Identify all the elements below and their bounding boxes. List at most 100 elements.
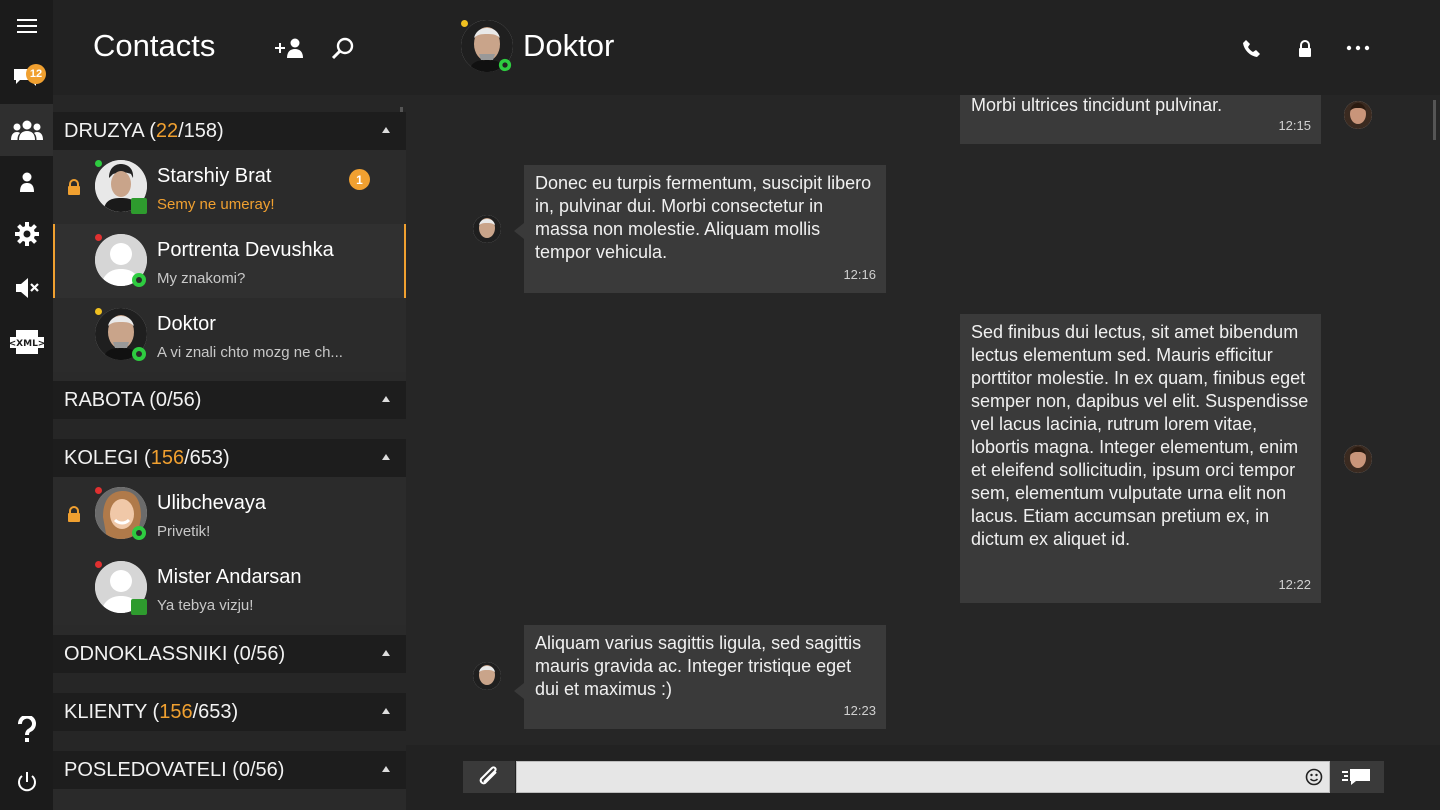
group-total-count: /653): [192, 700, 239, 723]
collapse-caret-icon: [382, 396, 390, 402]
unread-badge: 1: [349, 169, 370, 190]
message-text: Aliquam varius sagittis ligula, sed sagi…: [535, 633, 862, 699]
message-text: Sed finibus dui lectus, sit amet bibendu…: [971, 322, 1309, 549]
group-name: RABOTA (0/56): [64, 388, 202, 411]
more-dots-icon: [1346, 45, 1370, 51]
send-button[interactable]: [1330, 761, 1384, 793]
settings-button[interactable]: [0, 208, 53, 260]
more-options-button[interactable]: [1343, 34, 1373, 62]
contact-last-message: A vi znali chto mozg ne ch...: [157, 344, 343, 361]
message-bubble-incoming: Aliquam varius sagittis ligula, sed sagi…: [514, 625, 886, 729]
call-button[interactable]: [1237, 34, 1267, 62]
icq-flower-icon: [131, 525, 147, 541]
add-contact-button[interactable]: [275, 34, 305, 62]
message-time: 12:22: [1278, 577, 1311, 592]
message-time: 12:15: [1278, 118, 1311, 133]
contact-item-mister-andarsan[interactable]: Mister Andarsan Ya tebya vizju!: [53, 551, 406, 625]
add-person-icon: [275, 38, 303, 58]
contacts-group-icon: [10, 120, 43, 140]
network-badge-icon: [131, 599, 147, 615]
contact-item-starshiy-brat[interactable]: Starshiy Brat Semy ne umeray! 1: [53, 150, 406, 224]
spacer: [53, 731, 406, 751]
message-time: 12:16: [843, 267, 876, 282]
contact-last-message: Privetik!: [157, 523, 211, 540]
message-text: Donec eu turpis fermentum, suscipit libe…: [535, 173, 872, 262]
contacts-header: Contacts: [53, 0, 406, 95]
spacer: [53, 95, 406, 112]
group-online-count: 22: [155, 119, 179, 142]
message-bubble-incoming: Donec eu turpis fermentum, suscipit libe…: [514, 165, 886, 293]
menu-button[interactable]: [0, 0, 53, 52]
chats-unread-badge: 12: [26, 64, 46, 84]
search-button[interactable]: [328, 34, 358, 62]
collapse-caret-icon: [382, 127, 390, 133]
group-header-druzya[interactable]: DRUZYA (22/158): [53, 112, 406, 150]
lock-icon: [68, 179, 80, 195]
contact-avatar: [473, 662, 501, 690]
collapse-caret-icon: [382, 766, 390, 772]
group-name: KOLEGI (: [64, 446, 151, 469]
group-header-kolegi[interactable]: KOLEGI (156/653): [53, 439, 406, 477]
sound-toggle-button[interactable]: [0, 262, 53, 314]
contact-name: Starshiy Brat: [157, 165, 272, 187]
xml-console-button[interactable]: <XML>: [0, 316, 53, 368]
contacts-button[interactable]: [0, 104, 53, 156]
my-avatar: [1344, 445, 1372, 473]
contact-last-message: Ya tebya vizju!: [157, 597, 254, 614]
contact-last-message: Semy ne umeray!: [157, 196, 275, 213]
attach-button[interactable]: [463, 761, 515, 793]
collapse-caret-icon: [382, 650, 390, 656]
speaker-mute-icon: [15, 278, 39, 298]
help-button[interactable]: [0, 704, 53, 756]
xml-icon: <XML>: [9, 330, 44, 354]
group-header-rabota[interactable]: RABOTA (0/56): [53, 381, 406, 419]
menu-icon: [16, 19, 37, 33]
message-input[interactable]: [516, 761, 1330, 793]
group-total-count: /653): [184, 446, 230, 469]
messages-scrollbar[interactable]: [1433, 100, 1436, 140]
group-header-odnoklassniki[interactable]: ODNOKLASSNIKI (0/56): [53, 635, 406, 673]
group-name: ODNOKLASSNIKI (0/56): [64, 642, 286, 665]
encryption-button[interactable]: [1290, 34, 1320, 62]
group-name: POSLEDOVATELI (0/56): [64, 758, 285, 781]
search-icon: [331, 37, 354, 60]
my-avatar: [1344, 101, 1372, 129]
power-button[interactable]: [0, 756, 53, 808]
group-name: DRUZYA (: [64, 119, 156, 142]
contact-item-doktor[interactable]: Doktor A vi znali chto mozg ne ch...: [53, 298, 406, 372]
message-bubble-outgoing: Morbi ultrices tincidunt pulvinar. 12:15: [960, 95, 1321, 144]
chat-header: Doktor: [406, 0, 1440, 95]
group-header-posledovateli[interactable]: POSLEDOVATELI (0/56): [53, 751, 406, 789]
contact-item-portrenta-devushka[interactable]: Portrenta Devushka My znakomi?: [53, 224, 406, 298]
group-header-klienty[interactable]: KLIENTY (156/653): [53, 693, 406, 731]
icq-flower-icon: [131, 346, 147, 362]
contact-last-message: My znakomi?: [157, 270, 246, 287]
profile-button[interactable]: [0, 156, 53, 208]
collapse-caret-icon: [382, 454, 390, 460]
contact-avatar: [473, 215, 501, 243]
lock-icon: [1299, 39, 1311, 57]
group-online-count: 156: [150, 446, 185, 469]
help-icon: [17, 716, 36, 742]
paperclip-icon: [479, 766, 497, 785]
smiley-icon: [1305, 768, 1323, 786]
person-icon: [19, 172, 34, 192]
presence-online-dot: [95, 160, 102, 167]
message-time: 12:23: [843, 703, 876, 718]
spacer: [53, 673, 406, 693]
presence-busy-dot: [95, 234, 102, 241]
send-message-icon: [1342, 769, 1370, 785]
collapse-caret-icon: [382, 708, 390, 714]
lock-icon: [68, 506, 80, 522]
navigation-rail: 12 <XML>: [0, 0, 53, 810]
contact-name: Doktor: [157, 313, 216, 335]
presence-busy-dot: [95, 561, 102, 568]
presence-away-dot: [95, 308, 102, 315]
message-composer: [406, 745, 1440, 810]
contact-item-ulibchevaya[interactable]: Ulibchevaya Privetik!: [53, 477, 406, 551]
emoji-button[interactable]: [1304, 767, 1324, 787]
contact-name: Portrenta Devushka: [157, 239, 334, 261]
power-icon: [17, 772, 36, 792]
contact-name: Ulibchevaya: [157, 492, 266, 514]
message-list[interactable]: Morbi ultrices tincidunt pulvinar. 12:15…: [406, 95, 1440, 745]
